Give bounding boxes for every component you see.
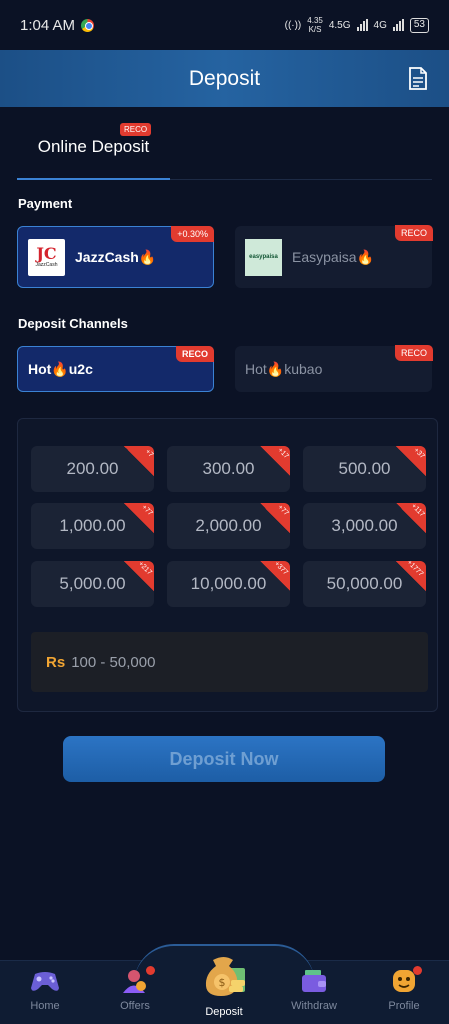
amount-value: 1,000.00 — [59, 516, 126, 535]
bonus-value: +117 — [409, 503, 426, 519]
bonus-corner: +217 — [124, 561, 154, 591]
amount-panel: 200.00 +7 300.00 +17 500.00 +37 1,000.00… — [17, 418, 438, 712]
currency-label: Rs — [46, 653, 66, 671]
notification-dot — [146, 966, 155, 975]
reco-badge: RECO — [120, 123, 152, 136]
network-type-1: 4.5G — [328, 19, 351, 31]
amount-option[interactable]: 10,000.00 +377 — [167, 561, 290, 607]
battery-indicator: 53 — [409, 17, 429, 33]
bonus-corner: +377 — [260, 561, 290, 591]
amount-option[interactable]: 500.00 +37 — [303, 446, 426, 492]
amount-option[interactable]: 3,000.00 +117 — [303, 503, 426, 549]
tab-online-deposit-label: Online Deposit — [37, 137, 150, 156]
document-icon[interactable] — [408, 67, 428, 90]
bonus-corner: +37 — [396, 446, 426, 476]
amount-option[interactable]: 50,000.00 +1777 — [303, 561, 426, 607]
bonus-corner: +117 — [396, 503, 426, 533]
bonus-value: +77 — [140, 503, 154, 518]
bonus-value: +37 — [412, 446, 426, 461]
amount-option[interactable]: 2,000.00 +77 — [167, 503, 290, 549]
bonus-corner: +17 — [260, 446, 290, 476]
nav-deposit-label: Deposit — [205, 1006, 243, 1018]
bonus-corner: +77 — [124, 503, 154, 533]
easypaisa-logo-text: easypaisa — [249, 254, 278, 260]
nav-withdraw-label: Withdraw — [291, 1000, 337, 1012]
payment-method-jazzcash[interactable]: JC JazzCash JazzCash🔥 +0.30% — [17, 226, 214, 288]
amount-value: 5,000.00 — [59, 574, 126, 593]
nav-home[interactable]: Home — [5, 968, 85, 1012]
payment-method-name: JazzCash🔥 — [75, 248, 157, 265]
network-type-2: 4G — [373, 19, 387, 31]
amount-value: 50,000.00 — [326, 574, 403, 593]
reco-badge: RECO — [175, 346, 214, 362]
status-indicators: ((·)) 4.35 K/S 4.5G 4G 53 — [285, 16, 429, 34]
deposit-channels-label: Deposit Channels — [18, 316, 128, 331]
channel-u2c[interactable]: Hot🔥u2c RECO — [17, 346, 214, 392]
jazzcash-logo-text: JazzCash — [35, 262, 58, 268]
payment-method-name: Easypaisa🔥 — [292, 248, 375, 265]
jazzcash-logo: JC JazzCash — [28, 238, 65, 276]
amount-option[interactable]: 200.00 +7 — [31, 446, 154, 492]
chrome-icon — [81, 18, 95, 32]
bonus-value: +7 — [143, 448, 154, 459]
page-title: Deposit — [188, 66, 261, 90]
amount-input[interactable]: Rs 100 - 50,000 — [31, 632, 428, 692]
deposit-now-button[interactable]: Deposit Now — [63, 736, 385, 782]
nav-offers[interactable]: Offers — [95, 966, 175, 1012]
amount-option[interactable]: 5,000.00 +217 — [31, 561, 154, 607]
bonus-value: +217 — [137, 561, 154, 577]
signal-icon — [356, 19, 368, 31]
network-speed: 4.35 K/S — [307, 16, 323, 34]
amount-value: 3,000.00 — [331, 516, 398, 535]
payment-section-label: Payment — [18, 196, 73, 211]
gamepad-icon — [31, 972, 59, 991]
amount-value: 2,000.00 — [195, 516, 262, 535]
money-bag-icon: $ — [205, 957, 245, 996]
channel-kubao[interactable]: Hot🔥kubao RECO — [235, 345, 433, 392]
status-bar: 1:04 AM ((·)) 4.35 K/S 4.5G 4G 53 — [0, 0, 449, 50]
tab-online-deposit[interactable]: Online Deposit RECO — [17, 108, 170, 180]
bonus-value: +17 — [276, 446, 290, 461]
speed-unit: K/S — [308, 25, 322, 34]
amount-range-placeholder: 100 - 50,000 — [71, 653, 156, 671]
amount-value: 10,000.00 — [190, 574, 267, 593]
payment-method-easypaisa[interactable]: easypaisa Easypaisa🔥 RECO — [235, 225, 433, 288]
amount-option[interactable]: 1,000.00 +77 — [31, 503, 154, 549]
nav-profile-label: Profile — [388, 1000, 420, 1012]
signal-icon-2 — [392, 19, 404, 31]
bonus-value: +377 — [273, 561, 290, 577]
amount-option[interactable]: 300.00 +17 — [167, 446, 290, 492]
bonus-value: +1777 — [405, 561, 425, 578]
bonus-value: +77 — [276, 503, 290, 518]
amount-value: 300.00 — [202, 459, 255, 478]
wallet-icon — [302, 970, 326, 992]
channel-name: Hot🔥kubao — [245, 360, 323, 377]
page-header: Deposit — [0, 50, 449, 107]
hotspot-icon: ((·)) — [284, 19, 302, 31]
notification-dot — [413, 966, 422, 975]
svg-text:$: $ — [219, 976, 226, 989]
bonus-corner: +1777 — [396, 561, 426, 591]
reco-badge: RECO — [394, 225, 433, 241]
status-time-group: 1:04 AM — [20, 16, 95, 34]
amount-value: 200.00 — [66, 459, 119, 478]
status-time: 1:04 AM — [20, 16, 76, 34]
bonus-badge: +0.30% — [171, 226, 214, 242]
easypaisa-logo: easypaisa — [245, 238, 282, 276]
nav-offers-label: Offers — [120, 1000, 150, 1012]
speed-value: 4.35 — [307, 16, 323, 25]
nav-home-label: Home — [30, 1000, 60, 1012]
nav-deposit[interactable]: $ Deposit — [184, 952, 264, 1018]
reco-badge: RECO — [394, 345, 433, 361]
channel-name: Hot🔥u2c — [28, 360, 93, 377]
amount-value: 500.00 — [338, 459, 391, 478]
nav-withdraw[interactable]: Withdraw — [274, 968, 354, 1012]
bonus-corner: +77 — [260, 503, 290, 533]
bonus-corner: +7 — [124, 446, 154, 476]
deposit-tabs: Online Deposit RECO — [17, 108, 432, 180]
nav-profile[interactable]: Profile — [364, 966, 444, 1012]
